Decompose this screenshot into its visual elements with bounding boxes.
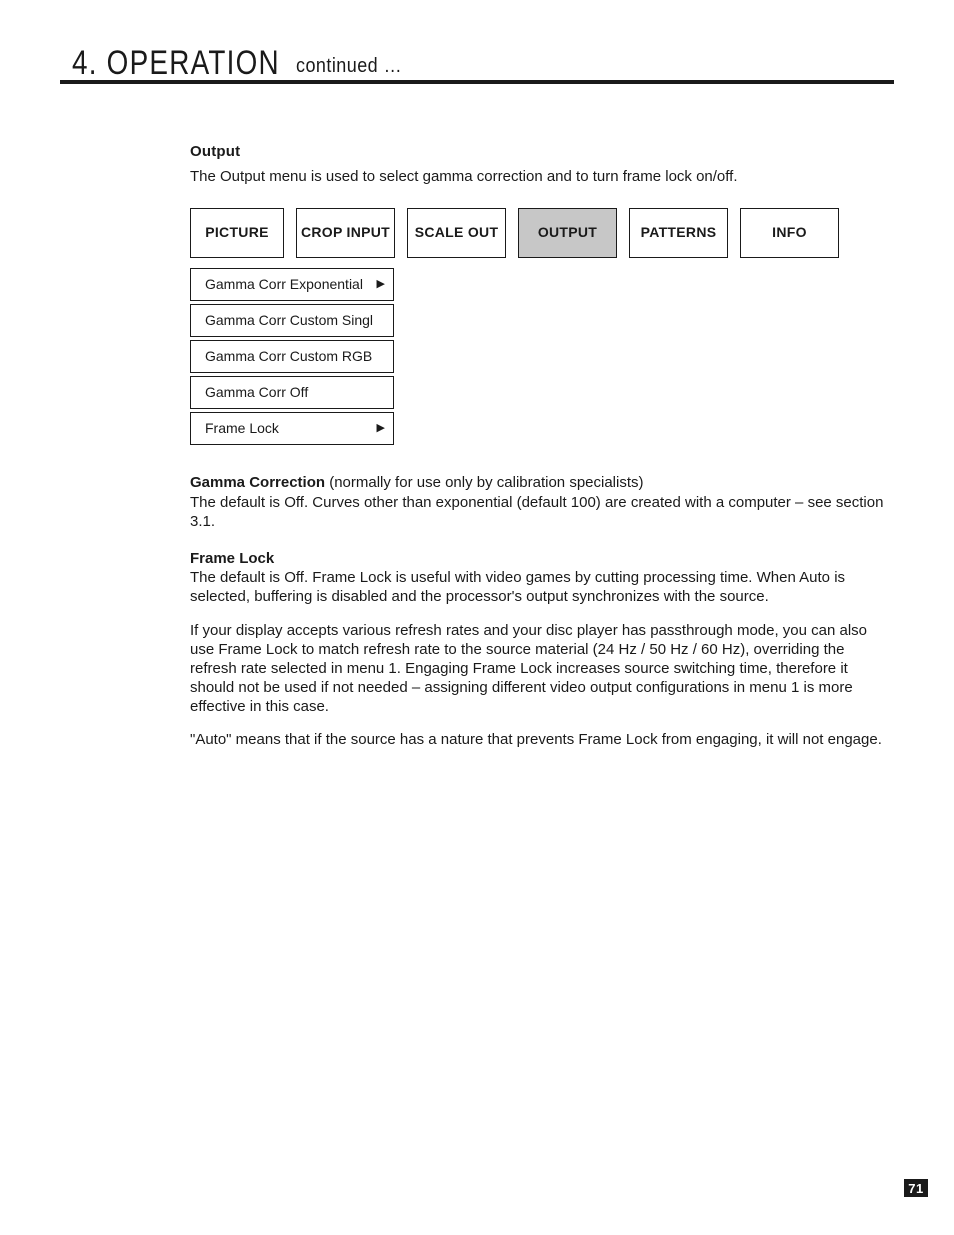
chapter-continued: continued … [296, 56, 402, 76]
tab-row: PICTURE CROP INPUT SCALE OUT OUTPUT PATT… [190, 208, 888, 258]
dropdown-menu: Gamma Corr Exponential ▶ Gamma Corr Cust… [190, 268, 394, 445]
menu-item-gamma-custom-single[interactable]: Gamma Corr Custom Singl [190, 304, 394, 337]
gamma-correction-detail: The default is Off. Curves other than ex… [190, 494, 883, 530]
frame-lock-text-3: "Auto" means that if the source has a na… [190, 731, 882, 748]
frame-lock-paragraph-2: If your display accepts various refresh … [190, 621, 888, 717]
section-title: Output [190, 142, 888, 161]
frame-lock-heading: Frame Lock [190, 550, 274, 567]
tab-info[interactable]: INFO [740, 208, 839, 258]
tab-output[interactable]: OUTPUT [518, 208, 617, 258]
content-block: Output The Output menu is used to select… [190, 142, 888, 750]
frame-lock-text-2: If your display accepts various refresh … [190, 622, 867, 716]
gamma-correction-heading: Gamma Correction [190, 474, 325, 491]
section-intro: The Output menu is used to select gamma … [190, 167, 888, 186]
gamma-correction-paragraph: Gamma Correction (normally for use only … [190, 473, 888, 531]
tab-picture[interactable]: PICTURE [190, 208, 284, 258]
menu-item-gamma-custom-rgb[interactable]: Gamma Corr Custom RGB [190, 340, 394, 373]
menu-item-label: Gamma Corr Exponential [205, 276, 363, 294]
tab-scale-out[interactable]: SCALE OUT [407, 208, 506, 258]
menu-item-label: Gamma Corr Off [205, 384, 308, 402]
frame-lock-paragraph-1: Frame Lock The default is Off. Frame Loc… [190, 549, 888, 607]
page-number: 71 [904, 1179, 928, 1197]
frame-lock-paragraph-3: "Auto" means that if the source has a na… [190, 730, 888, 749]
menu-item-gamma-off[interactable]: Gamma Corr Off [190, 376, 394, 409]
tab-crop-input[interactable]: CROP INPUT [296, 208, 395, 258]
menu-item-label: Gamma Corr Custom Singl [205, 312, 373, 330]
triangle-right-icon: ▶ [377, 423, 385, 434]
menu-item-label: Frame Lock [205, 420, 279, 438]
frame-lock-text-1: The default is Off. Frame Lock is useful… [190, 569, 845, 605]
tab-patterns[interactable]: PATTERNS [629, 208, 728, 258]
manual-page: 4. OPERATION continued … Output The Outp… [0, 0, 954, 1235]
gamma-correction-note: (normally for use only by calibration sp… [325, 474, 643, 491]
menu-item-frame-lock[interactable]: Frame Lock ▶ [190, 412, 394, 445]
chapter-header: 4. OPERATION continued … [60, 46, 894, 84]
chapter-title: 4. OPERATION [72, 46, 280, 80]
menu-item-label: Gamma Corr Custom RGB [205, 348, 372, 366]
menu-item-gamma-exponential[interactable]: Gamma Corr Exponential ▶ [190, 268, 394, 301]
triangle-right-icon: ▶ [377, 279, 385, 290]
